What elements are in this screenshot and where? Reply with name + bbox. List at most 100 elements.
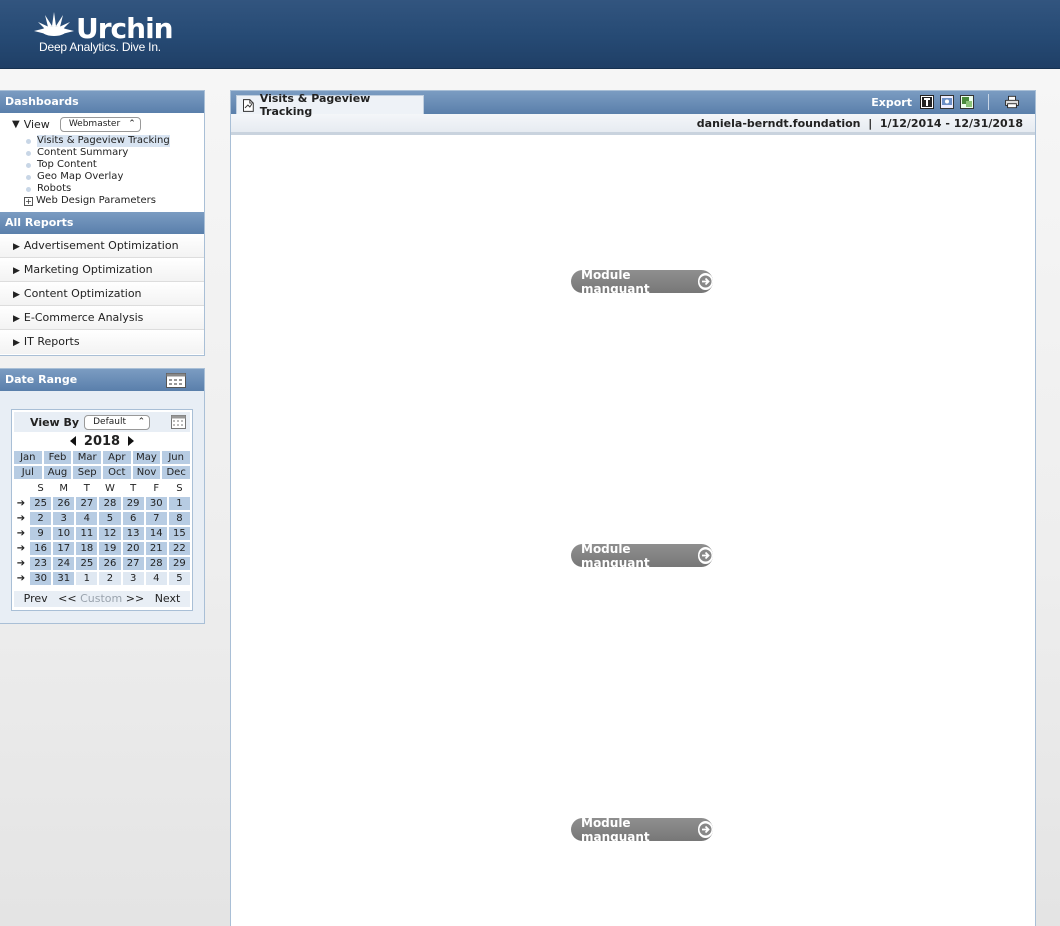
- day-cell[interactable]: 14: [145, 527, 167, 540]
- day-cell[interactable]: 2: [30, 512, 52, 525]
- month-cell[interactable]: Mar: [73, 451, 101, 464]
- report-ecommerce-analysis[interactable]: ▶ E-Commerce Analysis: [0, 306, 204, 330]
- day-cell[interactable]: 25: [30, 497, 52, 510]
- day-cell[interactable]: 16: [30, 542, 52, 555]
- day-cell[interactable]: 31: [53, 572, 75, 585]
- day-cell[interactable]: 1: [168, 497, 190, 510]
- day-cell[interactable]: 3: [122, 572, 144, 585]
- select-week-arrow-icon[interactable]: ➔: [14, 527, 28, 540]
- report-it-reports[interactable]: ▶ IT Reports: [0, 330, 204, 354]
- month-cell[interactable]: Jan: [14, 451, 42, 464]
- next-year-arrow-icon[interactable]: [128, 436, 135, 446]
- day-cell[interactable]: 18: [76, 542, 98, 555]
- calendar-icon[interactable]: [171, 415, 187, 429]
- day-cell[interactable]: 10: [53, 527, 75, 540]
- prev-chevrons-icon[interactable]: <<: [58, 592, 76, 605]
- select-week-arrow-icon[interactable]: ➔: [14, 572, 28, 585]
- calendar-icon[interactable]: [166, 373, 186, 388]
- month-cell[interactable]: Oct: [102, 466, 131, 479]
- month-cell[interactable]: Sep: [73, 466, 101, 479]
- day-cell[interactable]: 29: [122, 497, 144, 510]
- custom-link[interactable]: Custom: [80, 592, 122, 605]
- month-cell[interactable]: Dec: [162, 466, 190, 479]
- expand-plus-icon[interactable]: +: [24, 196, 33, 206]
- month-cell[interactable]: Jul: [14, 466, 42, 479]
- day-cell[interactable]: 12: [99, 527, 121, 540]
- day-cell[interactable]: 5: [168, 572, 190, 585]
- select-week-arrow-icon[interactable]: ➔: [14, 557, 28, 570]
- tab-visits-pageview[interactable]: Visits & Pageview Tracking: [236, 92, 424, 118]
- day-cell[interactable]: 23: [30, 557, 52, 570]
- month-cell[interactable]: Jun: [162, 451, 190, 464]
- missing-module-button[interactable]: Module manquant: [571, 268, 713, 296]
- day-cell[interactable]: 19: [99, 542, 121, 555]
- day-cell[interactable]: 7: [145, 512, 167, 525]
- report-advertisement-optimization[interactable]: ▶ Advertisement Optimization: [0, 234, 204, 258]
- day-cell[interactable]: 2: [99, 572, 121, 585]
- month-cell[interactable]: Feb: [43, 451, 72, 464]
- all-reports-header: All Reports: [0, 212, 204, 234]
- day-cell[interactable]: 26: [53, 497, 75, 510]
- dashboard-item-top-content[interactable]: Top Content: [26, 159, 204, 171]
- day-cell[interactable]: 26: [99, 557, 121, 570]
- select-week-arrow-icon[interactable]: ➔: [14, 512, 28, 525]
- day-cell[interactable]: 1: [76, 572, 98, 585]
- day-cell[interactable]: 28: [99, 497, 121, 510]
- day-cell[interactable]: 22: [168, 542, 190, 555]
- day-cell[interactable]: 29: [168, 557, 190, 570]
- view-by-value: Default: [93, 417, 126, 427]
- day-cell[interactable]: 25: [76, 557, 98, 570]
- month-cell[interactable]: Aug: [43, 466, 72, 479]
- month-cell[interactable]: May: [132, 451, 161, 464]
- prev-link[interactable]: Prev: [24, 592, 48, 605]
- day-cell[interactable]: 24: [53, 557, 75, 570]
- dashboard-item-robots[interactable]: Robots: [26, 183, 204, 195]
- bullet-icon: [26, 174, 31, 180]
- dashboard-item-web-design[interactable]: + Web Design Parameters: [24, 195, 204, 207]
- day-cell[interactable]: 20: [122, 542, 144, 555]
- export-text-icon[interactable]: [920, 95, 934, 109]
- day-cell[interactable]: 9: [30, 527, 52, 540]
- collapsed-triangle-icon: ▶: [13, 266, 20, 276]
- day-cell[interactable]: 30: [30, 572, 52, 585]
- day-cell[interactable]: 4: [76, 512, 98, 525]
- export-xml-icon[interactable]: [940, 95, 954, 109]
- day-cell[interactable]: 6: [122, 512, 144, 525]
- logo-tagline: Deep Analytics. Dive In.: [39, 40, 161, 54]
- day-cell[interactable]: 8: [168, 512, 190, 525]
- export-excel-icon[interactable]: [960, 95, 974, 109]
- day-cell[interactable]: 13: [122, 527, 144, 540]
- dashboard-item-geo-map[interactable]: Geo Map Overlay: [26, 171, 204, 183]
- day-cell[interactable]: 15: [168, 527, 190, 540]
- month-cell[interactable]: Nov: [132, 466, 161, 479]
- day-cell[interactable]: 27: [76, 497, 98, 510]
- dashboard-item-content-summary[interactable]: Content Summary: [26, 147, 204, 159]
- day-cell[interactable]: 17: [53, 542, 75, 555]
- missing-module-button[interactable]: Module manquant: [571, 816, 713, 844]
- prev-year-arrow-icon[interactable]: [69, 436, 76, 446]
- next-chevrons-icon[interactable]: >>: [126, 592, 144, 605]
- expanded-triangle-icon[interactable]: ▼: [12, 119, 20, 130]
- day-cell[interactable]: 4: [145, 572, 167, 585]
- view-by-select[interactable]: Default ⌃: [84, 414, 151, 430]
- view-by-row: View By Default ⌃: [14, 412, 190, 432]
- day-cell[interactable]: 21: [145, 542, 167, 555]
- dashboard-item-visits-pageview[interactable]: Visits & Pageview Tracking: [26, 135, 204, 147]
- next-link[interactable]: Next: [155, 592, 181, 605]
- print-icon[interactable]: [1005, 95, 1019, 109]
- dashboard-item-label: Web Design Parameters: [36, 195, 156, 206]
- select-week-arrow-icon[interactable]: ➔: [14, 542, 28, 555]
- day-cell[interactable]: 30: [145, 497, 167, 510]
- day-cell[interactable]: 28: [145, 557, 167, 570]
- view-select[interactable]: Webmaster ⌃: [59, 116, 141, 132]
- month-cell[interactable]: Apr: [102, 451, 131, 464]
- missing-module-button[interactable]: Module manquant: [571, 542, 713, 570]
- year-label: 2018: [83, 433, 121, 449]
- day-cell[interactable]: 27: [122, 557, 144, 570]
- day-cell[interactable]: 11: [76, 527, 98, 540]
- select-week-arrow-icon[interactable]: ➔: [14, 497, 28, 510]
- day-cell[interactable]: 5: [99, 512, 121, 525]
- report-marketing-optimization[interactable]: ▶ Marketing Optimization: [0, 258, 204, 282]
- day-cell[interactable]: 3: [53, 512, 75, 525]
- report-content-optimization[interactable]: ▶ Content Optimization: [0, 282, 204, 306]
